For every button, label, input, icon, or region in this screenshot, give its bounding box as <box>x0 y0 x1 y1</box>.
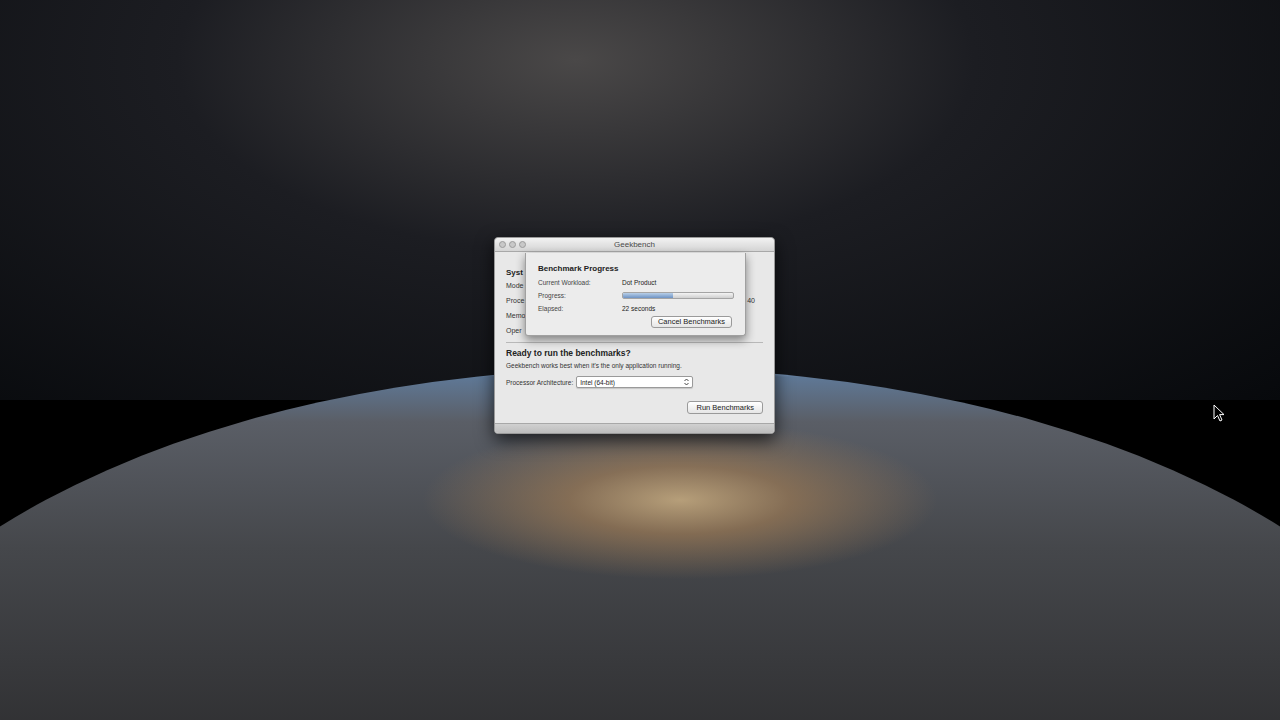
run-benchmarks-button[interactable]: Run Benchmarks <box>687 401 763 414</box>
progress-sheet: Benchmark Progress Current Workload:Dot P… <box>525 253 746 336</box>
progress-track <box>622 292 734 299</box>
system-info-label: Proce <box>506 296 524 305</box>
sheet-rows: Current Workload:Dot ProductProgress: Ela… <box>538 278 733 313</box>
architecture-row: Processor Architecture: Intel (64-bit) <box>506 376 763 388</box>
system-info-label: Mode <box>506 281 524 290</box>
close-button[interactable] <box>499 241 506 248</box>
title-bar[interactable]: Geekbench <box>495 238 774 252</box>
cancel-benchmarks-button[interactable]: Cancel Benchmarks <box>651 316 732 328</box>
elapsed-value: 22 seconds <box>622 304 734 313</box>
processor-tail: 40 <box>747 296 763 305</box>
progress-fill <box>623 293 673 298</box>
cursor-icon <box>1213 404 1225 422</box>
architecture-select[interactable]: Intel (64-bit) <box>576 376 693 388</box>
minimize-button[interactable] <box>509 241 516 248</box>
desktop: GeekbenchSystModeProce40MemoOperReady to… <box>0 0 1280 720</box>
window-controls <box>499 241 526 248</box>
run-row: Run Benchmarks <box>506 401 763 414</box>
window-title: Geekbench <box>614 240 655 250</box>
wallpaper-glow <box>420 420 940 580</box>
architecture-label: Processor Architecture: <box>506 378 573 387</box>
cancel-row: Cancel Benchmarks <box>538 316 733 328</box>
architecture-value: Intel (64-bit) <box>580 378 615 387</box>
progress-label: Progress: <box>538 291 622 300</box>
separator <box>506 342 763 343</box>
ready-hint: Geekbench works best when it's the only … <box>506 361 763 370</box>
system-info-label: Oper <box>506 326 522 335</box>
zoom-button[interactable] <box>519 241 526 248</box>
bottom-bar <box>495 423 774 433</box>
sheet-title: Benchmark Progress <box>538 264 733 274</box>
ready-heading: Ready to run the benchmarks? <box>506 348 763 359</box>
workload-label: Current Workload: <box>538 278 622 287</box>
system-info-label: Memo <box>506 311 525 320</box>
geekbench-window: GeekbenchSystModeProce40MemoOperReady to… <box>494 237 775 434</box>
workload-value: Dot Product <box>622 278 734 287</box>
dropdown-arrows-icon <box>684 378 689 386</box>
elapsed-label: Elapsed: <box>538 304 622 313</box>
